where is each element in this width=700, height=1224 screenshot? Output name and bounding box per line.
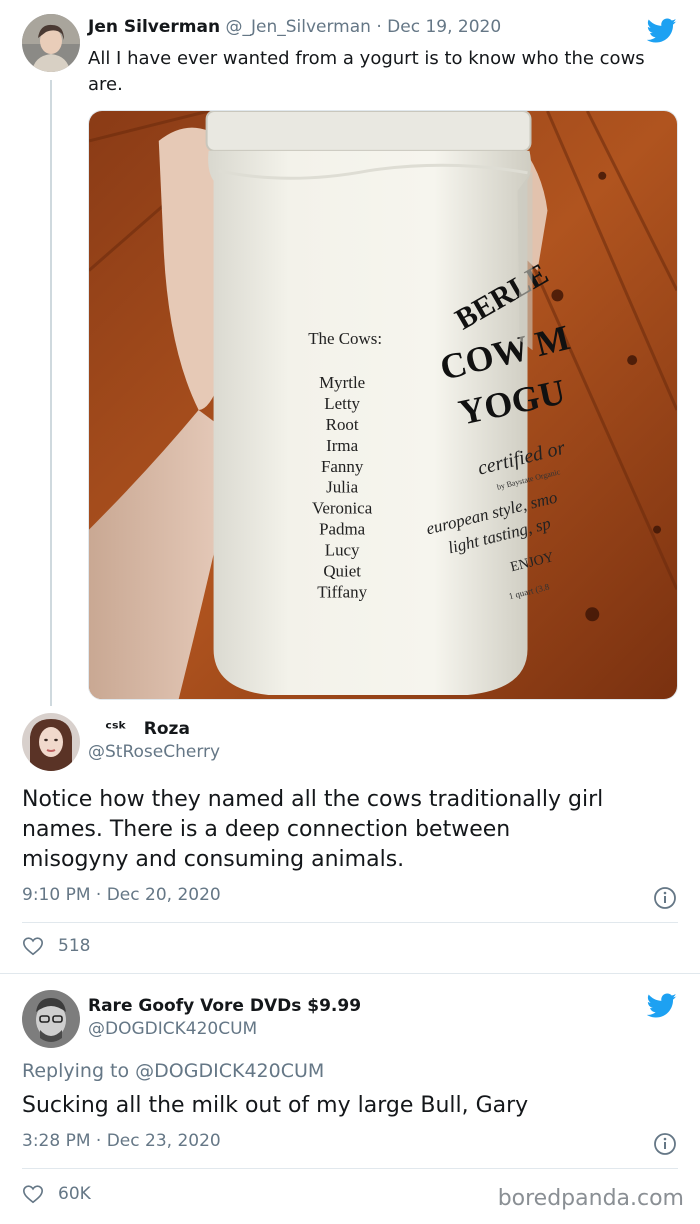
section-divider — [0, 973, 700, 974]
replying-mention-link[interactable]: @DOGDICK420CUM — [135, 1060, 324, 1082]
heart-icon — [23, 1185, 43, 1204]
tweet-date: Dec 20, 2020 — [106, 885, 221, 905]
avatar-rare-goofy[interactable] — [22, 990, 80, 1048]
separator-dot: · — [95, 1131, 102, 1151]
boredpanda-watermark: boredpanda.com — [497, 1186, 684, 1211]
tweet3-text: Sucking all the milk out of my large Bul… — [22, 1093, 529, 1118]
twitter-bird-icon[interactable] — [647, 993, 677, 1019]
avatar-roza[interactable] — [22, 713, 80, 771]
tweet2-divider — [22, 922, 678, 923]
tweet3-header: Rare Goofy Vore DVDs $9.99 — [88, 996, 361, 1016]
heart-icon — [23, 937, 43, 956]
cow-name: Fanny — [321, 457, 364, 476]
tweet2-text-line2: names. There is a deep connection betwee… — [22, 817, 511, 842]
tweet2-text-line1: Notice how they named all the cows tradi… — [22, 787, 604, 812]
thread-connector-line — [50, 80, 52, 706]
like-button[interactable]: 518 — [22, 935, 90, 957]
info-icon[interactable] — [653, 886, 677, 910]
tweet2-text-line3: misogyny and consuming animals. — [22, 847, 405, 872]
cow-name: Irma — [326, 436, 358, 455]
tweet-time: 3:28 PM — [22, 1131, 91, 1151]
tweet2-header: ᶜˢᵏ Roza — [88, 719, 190, 739]
cow-name: Padma — [319, 520, 366, 539]
user-handle[interactable]: @DOGDICK420CUM — [88, 1019, 257, 1039]
tweet1-text: All I have ever wanted from a yogurt is … — [88, 48, 645, 95]
cow-name: Veronica — [312, 499, 373, 518]
separator-dot: · — [95, 885, 102, 905]
like-count: 518 — [58, 936, 91, 956]
twitter-bird-icon[interactable] — [647, 18, 677, 44]
tweet2-text: Notice how they named all the cows tradi… — [22, 785, 682, 875]
display-name[interactable]: ᶜˢᵏ Roza — [88, 719, 190, 739]
display-name[interactable]: Jen Silverman — [88, 17, 220, 37]
tweet-date: Dec 23, 2020 — [106, 1131, 221, 1151]
tweet-date[interactable]: Dec 19, 2020 — [387, 17, 501, 37]
like-button[interactable]: 60K — [22, 1183, 91, 1205]
cow-name: Tiffany — [317, 582, 367, 601]
tweet3-timestamp[interactable]: 3:28 PM · Dec 23, 2020 — [22, 1131, 221, 1151]
tweet1-header: Jen Silverman @_Jen_Silverman · Dec 19, … — [88, 17, 501, 37]
cow-name: Myrtle — [319, 373, 365, 392]
user-handle[interactable]: @StRoseCherry — [88, 742, 220, 762]
yogurt-jar-photo[interactable]: The Cows: Myrtle Letty Root Irma Fanny Julia V… — [88, 110, 678, 700]
avatar-jen-silverman[interactable] — [22, 14, 80, 72]
display-name[interactable]: Rare Goofy Vore DVDs $9.99 — [88, 996, 361, 1016]
separator-dot: · — [376, 17, 382, 37]
user-handle[interactable]: @_Jen_Silverman — [225, 17, 370, 37]
tweet2-timestamp[interactable]: 9:10 PM · Dec 20, 2020 — [22, 885, 221, 905]
tweet3-divider — [22, 1168, 678, 1169]
cow-name: Lucy — [325, 540, 360, 559]
replying-prefix: Replying to — [22, 1060, 130, 1082]
cow-name: Letty — [324, 394, 360, 413]
info-icon[interactable] — [653, 1132, 677, 1156]
tweet-time: 9:10 PM — [22, 885, 91, 905]
replying-to-line: Replying to @DOGDICK420CUM — [22, 1060, 324, 1082]
cow-name: Quiet — [323, 561, 361, 580]
cow-name: Julia — [326, 478, 358, 497]
cow-label-title: The Cows: — [308, 329, 382, 348]
cow-name: Root — [326, 415, 359, 434]
like-count: 60K — [58, 1184, 91, 1204]
